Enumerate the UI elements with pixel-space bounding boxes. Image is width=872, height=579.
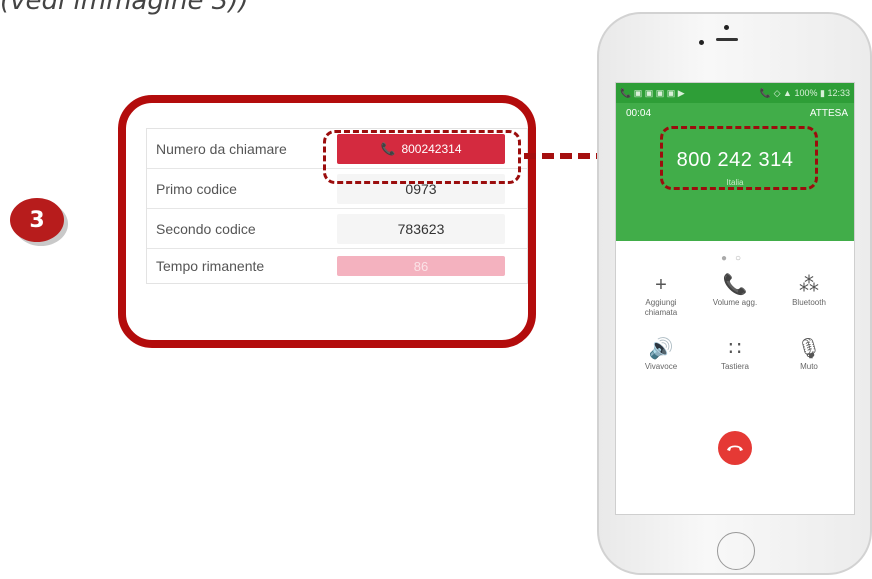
add-call-label: Aggiungi — [645, 298, 677, 307]
step-badge: 3 — [10, 198, 64, 242]
bluetooth-icon: ⁂ — [799, 274, 819, 296]
table-row: Tempo rimanente 86 — [147, 249, 527, 283]
keypad-icon: ∷ — [728, 338, 742, 360]
speaker-button[interactable]: 🔊 Vivavoce — [624, 336, 698, 372]
notification-icons: 📞 ▣ ▣ ▣ ▣ ▶ — [620, 87, 685, 98]
call-duration: 00:04 — [626, 108, 652, 119]
caption-text: (vedi immagine 3)) — [0, 0, 249, 16]
page-indicator: ●○ — [720, 253, 750, 264]
mute-label: Muto — [800, 362, 818, 371]
bluetooth-button[interactable]: ⁂ Bluetooth — [772, 272, 846, 318]
home-button[interactable] — [717, 532, 755, 570]
keypad-label: Tastiera — [720, 362, 749, 371]
earpiece — [716, 38, 738, 41]
bluetooth-label: Bluetooth — [792, 298, 826, 307]
sensor-dot — [724, 25, 729, 30]
phone-number-highlight-box — [660, 126, 818, 190]
row-label-number: Numero da chiamare — [156, 140, 287, 157]
volume-boost-button[interactable]: 📞 Volume agg. — [698, 272, 772, 318]
camera-dot — [699, 40, 704, 45]
volume-boost-label: Volume agg. — [712, 298, 758, 307]
keypad-button[interactable]: ∷ Tastiera — [698, 336, 772, 372]
call-controls: + Aggiungi chiamata 📞 Volume agg. ⁂ Blue… — [616, 272, 854, 372]
clock-text: 12:33 — [827, 87, 850, 98]
time-remaining-bar: 86 — [337, 256, 505, 276]
second-code-value: 783623 — [337, 213, 505, 244]
battery-text: 100% — [794, 87, 818, 98]
call-status: ATTESA — [809, 108, 848, 119]
status-right: 📞 ◇ ▲ 100% ▮ 12:33 — [759, 87, 850, 98]
volume-icon: 📞 — [722, 274, 748, 296]
mute-icon: 🎙 — [796, 338, 822, 360]
add-call-button[interactable]: + Aggiungi chiamata — [624, 272, 698, 318]
speaker-label: Vivavoce — [644, 362, 678, 371]
phone-mockup: 📞 ▣ ▣ ▣ ▣ ▶ 📞 ◇ ▲ 100% ▮ 12:33 00:04 ATT… — [597, 12, 872, 575]
add-call-label-2: chiamata — [644, 308, 678, 317]
mute-button[interactable]: 🎙 Muto — [772, 336, 846, 372]
table-row: Secondo codice 783623 — [147, 209, 527, 249]
plus-icon: + — [655, 274, 667, 296]
row-label-second-code: Secondo codice — [156, 220, 256, 237]
hangup-icon — [727, 445, 743, 451]
row-label-first-code: Primo codice — [156, 180, 237, 197]
end-call-button[interactable] — [718, 431, 752, 465]
speaker-icon: 🔊 — [648, 338, 674, 360]
number-highlight-box — [323, 130, 521, 184]
status-bar: 📞 ▣ ▣ ▣ ▣ ▶ 📞 ◇ ▲ 100% ▮ 12:33 — [616, 83, 854, 103]
row-label-time-remaining: Tempo rimanente — [156, 258, 265, 274]
